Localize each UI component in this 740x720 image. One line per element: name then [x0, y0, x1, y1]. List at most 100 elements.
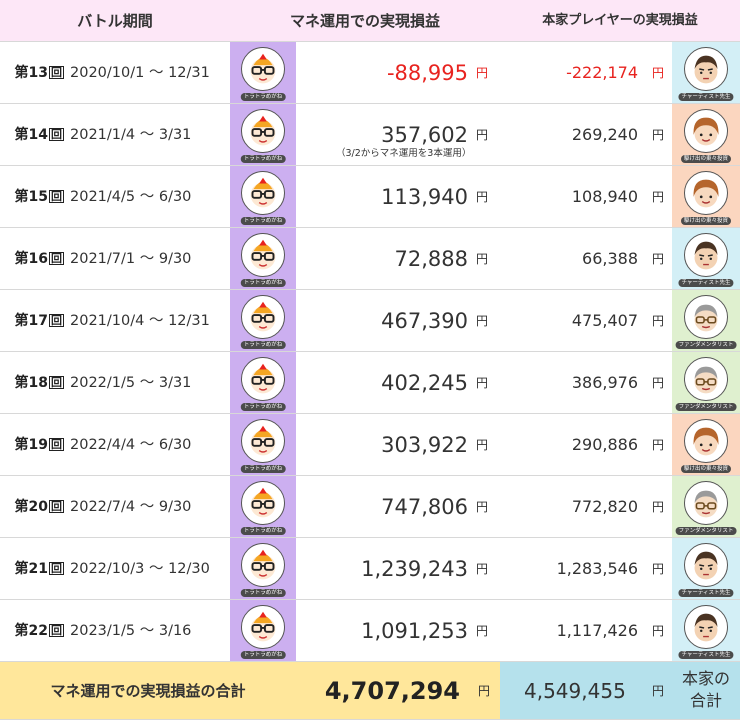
- mane-yen: 円: [476, 190, 489, 204]
- footer-player-total-cell: 4,549,455 円 本家の 合計: [500, 662, 740, 719]
- chartist-avatar-icon: [684, 233, 728, 277]
- round-label: 第18: [14, 375, 48, 391]
- round-mark: 回: [49, 499, 64, 513]
- round-cell: 第20 回: [0, 476, 68, 537]
- round-label: 第14: [14, 127, 48, 143]
- table-row: 第20 回 2022/7/4 ～ 9/30 トラトラめがね 747,806 円 7…: [0, 476, 740, 538]
- header-mane-pl: マネ運用での実現損益: [289, 12, 440, 30]
- round-cell: 第18 回: [0, 352, 68, 413]
- glasses-tiger-avatar-icon: [241, 419, 285, 463]
- mane-yen: 円: [476, 624, 489, 638]
- player-yen: 円: [652, 562, 665, 576]
- beginner-avatar-icon: [684, 419, 728, 463]
- player-value: -222,174: [566, 63, 638, 82]
- table-row: 第14 回 2021/1/4 ～ 3/31 トラトラめがね 357,602 （3/…: [0, 104, 740, 166]
- player-avatar-tag: チャーティスト先生: [678, 589, 734, 597]
- header-player-pl: 本家プレイヤーの実現損益: [542, 13, 698, 28]
- round-mark: 回: [49, 65, 64, 79]
- mane-avatar-tag: トラトラめがね: [240, 93, 286, 101]
- mane-avatar-tag: トラトラめがね: [240, 403, 286, 411]
- mane-avatar-tag: トラトラめがね: [240, 589, 286, 597]
- round-mark: 回: [49, 623, 64, 637]
- period-cell: 2020/10/1 ～ 12/31: [70, 65, 210, 81]
- mane-yen: 円: [476, 562, 489, 576]
- fundamentalist-avatar-icon: [684, 357, 728, 401]
- round-label: 第22: [14, 623, 48, 639]
- footer-player-label-line1: 本家の: [681, 669, 730, 688]
- mane-yen: 円: [476, 438, 489, 452]
- beginner-avatar-icon: [684, 109, 728, 153]
- round-label: 第19: [14, 437, 48, 453]
- table-row: 第16 回 2021/7/1 ～ 9/30 トラトラめがね 72,888 円 66…: [0, 228, 740, 290]
- mane-avatar-cell: トラトラめがね: [230, 228, 296, 289]
- player-yen: 円: [652, 128, 665, 142]
- footer-mane-yen: 円: [478, 684, 491, 698]
- mane-yen: 円: [476, 376, 489, 390]
- mane-note: （3/2からマネ運用を3本運用）: [336, 148, 472, 159]
- period-cell: 2021/1/4 ～ 3/31: [70, 127, 192, 143]
- period-cell: 2021/4/5 ～ 6/30: [70, 189, 192, 205]
- round-cell: 第17 回: [0, 290, 68, 351]
- mane-value: 72,888: [394, 247, 468, 271]
- player-avatar-tag: 駆け出の東々投資: [680, 465, 732, 473]
- player-value: 1,283,546: [556, 559, 638, 578]
- player-yen: 円: [652, 190, 665, 204]
- period-cell: 2022/7/4 ～ 9/30: [70, 499, 192, 515]
- mane-avatar-cell: トラトラめがね: [230, 476, 296, 537]
- period-cell: 2022/1/5 ～ 3/31: [70, 375, 192, 391]
- mane-value: 467,390: [381, 309, 468, 333]
- footer-player-total: 4,549,455: [524, 679, 626, 703]
- glasses-tiger-avatar-icon: [241, 171, 285, 215]
- glasses-tiger-avatar-icon: [241, 357, 285, 401]
- results-table: バトル期間 マネ運用での実現損益 本家プレイヤーの実現損益 第13 回 2020/…: [0, 0, 740, 720]
- round-cell: 第16 回: [0, 228, 68, 289]
- player-yen: 円: [652, 376, 665, 390]
- fundamentalist-avatar-icon: [684, 295, 728, 339]
- round-mark: 回: [49, 251, 64, 265]
- table-row: 第21 回 2022/10/3 ～ 12/30 トラトラめがね 1,239,243…: [0, 538, 740, 600]
- table-row: 第17 回 2021/10/4 ～ 12/31 トラトラめがね 467,390 円…: [0, 290, 740, 352]
- mane-avatar-cell: トラトラめがね: [230, 352, 296, 413]
- round-label: 第16: [14, 251, 48, 267]
- player-avatar-tag: チャーティスト先生: [678, 651, 734, 659]
- glasses-tiger-avatar-icon: [241, 109, 285, 153]
- mane-avatar-cell: トラトラめがね: [230, 104, 296, 165]
- round-cell: 第15 回: [0, 166, 68, 227]
- player-yen: 円: [652, 438, 665, 452]
- footer-player-yen: 円: [652, 684, 665, 698]
- footer-mane-total: 4,707,294: [324, 677, 460, 705]
- player-avatar-tag: 駆け出の東々投資: [680, 155, 732, 163]
- table-row: 第15 回 2021/4/5 ～ 6/30 トラトラめがね 113,940 円 1…: [0, 166, 740, 228]
- glasses-tiger-avatar-icon: [241, 605, 285, 649]
- player-value: 475,407: [571, 311, 638, 330]
- player-yen: 円: [652, 314, 665, 328]
- round-mark: 回: [49, 313, 64, 327]
- player-yen: 円: [652, 252, 665, 266]
- player-value: 1,117,426: [556, 621, 638, 640]
- table-row: 第13 回 2020/10/1 ～ 12/31 トラトラめがね -88,995 円…: [0, 42, 740, 104]
- beginner-avatar-icon: [684, 171, 728, 215]
- mane-yen: 円: [476, 252, 489, 266]
- mane-avatar-tag: トラトラめがね: [240, 217, 286, 225]
- player-avatar-tag: ファンダメンタリスト: [675, 341, 737, 349]
- period-cell: 2021/10/4 ～ 12/31: [70, 313, 210, 329]
- mane-value: 303,922: [381, 433, 468, 457]
- player-avatar-cell: チャーティスト先生: [672, 538, 740, 599]
- mane-value: 113,940: [381, 185, 468, 209]
- mane-avatar-tag: トラトラめがね: [240, 651, 286, 659]
- mane-avatar-tag: トラトラめがね: [240, 465, 286, 473]
- player-yen: 円: [652, 500, 665, 514]
- header-period: バトル期間: [77, 12, 153, 30]
- round-cell: 第14 回: [0, 104, 68, 165]
- mane-value: 1,091,253: [361, 619, 468, 643]
- mane-avatar-tag: トラトラめがね: [240, 279, 286, 287]
- period-cell: 2022/4/4 ～ 6/30: [70, 437, 192, 453]
- mane-avatar-tag: トラトラめがね: [240, 341, 286, 349]
- table-row: 第18 回 2022/1/5 ～ 3/31 トラトラめがね 402,245 円 3…: [0, 352, 740, 414]
- table-footer: マネ運用での実現損益の合計 4,707,294 円 4,549,455 円 本家…: [0, 662, 740, 720]
- chartist-avatar-icon: [684, 605, 728, 649]
- round-label: 第21: [14, 561, 48, 577]
- mane-value: 402,245: [381, 371, 468, 395]
- player-avatar-cell: チャーティスト先生: [672, 600, 740, 661]
- round-cell: 第13 回: [0, 42, 68, 103]
